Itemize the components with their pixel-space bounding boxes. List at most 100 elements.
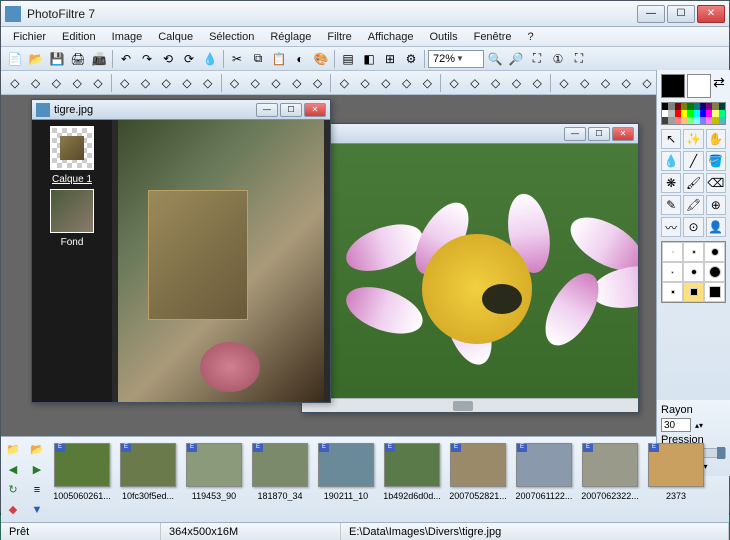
menu-réglage[interactable]: Réglage [262, 29, 319, 45]
brightness-icon[interactable]: ◇ [245, 73, 265, 93]
doc2-header[interactable]: — ☐ ✕ [302, 124, 638, 144]
arrow-right-icon[interactable]: ▶ [27, 462, 47, 478]
palette-color[interactable] [719, 117, 725, 124]
document-window-2[interactable]: — ☐ ✕ [301, 123, 639, 413]
menu-image[interactable]: Image [104, 29, 151, 45]
brush-preset[interactable] [683, 262, 704, 282]
zoom-combo[interactable]: 72%▼ [428, 50, 484, 68]
eraser-icon[interactable]: ⌫ [706, 173, 726, 193]
drop-icon[interactable]: ◇ [527, 73, 547, 93]
brush-preset[interactable] [704, 282, 725, 302]
menu-sélection[interactable]: Sélection [201, 29, 262, 45]
mask-icon[interactable]: ◧ [359, 49, 379, 69]
marker-icon[interactable]: ▼ [27, 502, 47, 518]
menu-edition[interactable]: Edition [54, 29, 104, 45]
refresh-icon[interactable]: ↻ [3, 482, 23, 498]
doc2-scrollbar-h[interactable] [302, 398, 638, 412]
layer-thumb-calque1[interactable] [50, 126, 94, 170]
portrait-icon[interactable]: 👤 [706, 217, 726, 237]
pasted-layer[interactable] [148, 190, 248, 320]
foreground-color[interactable] [661, 74, 685, 98]
folder-icon[interactable]: 📂 [27, 442, 47, 458]
layer-label-calque1[interactable]: Calque 1 [52, 174, 92, 185]
copy-icon[interactable]: ⧉ [248, 49, 268, 69]
doc1-minimize-button[interactable]: — [256, 103, 278, 117]
frame2-icon[interactable]: ◇ [88, 73, 108, 93]
paste-icon[interactable]: 📋 [269, 49, 289, 69]
brush-preset[interactable] [683, 282, 704, 302]
module-icon[interactable]: ⊞ [380, 49, 400, 69]
doc1-close-button[interactable]: ✕ [304, 103, 326, 117]
line-icon[interactable]: ╱ [683, 151, 703, 171]
noise2-icon[interactable]: ◇ [575, 73, 595, 93]
gradient-icon[interactable]: ◇ [287, 73, 307, 93]
thumb-item[interactable]: E2007052821... [447, 443, 509, 516]
brush-preset[interactable] [704, 262, 725, 282]
open-icon[interactable]: 📂 [26, 49, 46, 69]
minimize-button[interactable]: — [637, 5, 665, 23]
wand-icon[interactable]: ✨ [683, 129, 703, 149]
rayon-input[interactable] [661, 418, 691, 432]
pen-icon[interactable]: ✎ [661, 195, 681, 215]
clone-icon[interactable]: ⊙ [683, 217, 703, 237]
color-palette[interactable] [661, 102, 726, 125]
palette-color[interactable] [719, 110, 725, 117]
palette-color[interactable] [719, 103, 725, 110]
arrow-left-icon[interactable]: ◀ [3, 462, 23, 478]
levels-icon[interactable]: ▤ [338, 49, 358, 69]
adjust-icon[interactable]: ◐ [290, 49, 310, 69]
layer-label-fond[interactable]: Fond [61, 237, 84, 248]
fullscreen-icon[interactable]: ⛶ [569, 49, 589, 69]
plugin-icon[interactable]: ⚙ [401, 49, 421, 69]
zoom-fit-icon[interactable]: ⛶ [527, 49, 547, 69]
scan-icon[interactable]: 📠 [89, 49, 109, 69]
menu-outils[interactable]: Outils [421, 29, 465, 45]
histogram-icon[interactable]: ◇ [308, 73, 328, 93]
redo-icon[interactable]: ↷ [137, 49, 157, 69]
diamond-icon[interactable]: ◆ [3, 502, 23, 518]
effect1-icon[interactable]: ◇ [596, 73, 616, 93]
brush-preset[interactable] [662, 282, 683, 302]
text-icon[interactable]: ◇ [47, 73, 67, 93]
menu-affichage[interactable]: Affichage [360, 29, 422, 45]
maximize-button[interactable]: ☐ [667, 5, 695, 23]
print-icon[interactable]: 🖨 [68, 49, 88, 69]
sharpen2-icon[interactable]: ◇ [507, 73, 527, 93]
smudge-icon[interactable]: 〰 [661, 217, 681, 237]
brush-preset[interactable] [662, 242, 683, 262]
zoom-out-icon[interactable]: 🔎 [506, 49, 526, 69]
sharpen1-icon[interactable]: ◇ [486, 73, 506, 93]
mirror-h-icon[interactable]: ◇ [637, 73, 657, 93]
layer-thumb-fond[interactable] [50, 189, 94, 233]
doc2-minimize-button[interactable]: — [564, 127, 586, 141]
sort-icon[interactable]: ≡ [27, 482, 47, 498]
swap-colors-icon[interactable]: ⇄ [713, 74, 725, 98]
brush-preset[interactable] [662, 262, 683, 282]
advbrush-icon[interactable]: 🖍 [683, 195, 703, 215]
bucket-icon[interactable]: 🪣 [706, 151, 726, 171]
hand-icon[interactable]: ✋ [706, 129, 726, 149]
grid-icon[interactable]: ◇ [355, 73, 375, 93]
doc2-maximize-button[interactable]: ☐ [588, 127, 610, 141]
pattern-icon[interactable]: ◇ [156, 73, 176, 93]
blur1-icon[interactable]: ◇ [418, 73, 438, 93]
thumb-item[interactable]: E1b492d6d0d... [381, 443, 443, 516]
deform-icon[interactable]: ◇ [376, 73, 396, 93]
thumb-item[interactable]: E10fc30f5ed... [117, 443, 179, 516]
thumb-item[interactable]: E181870_34 [249, 443, 311, 516]
thumb-item[interactable]: E2373 [645, 443, 707, 516]
text-red-icon[interactable]: ◇ [5, 73, 25, 93]
spray-icon[interactable]: ❋ [661, 173, 681, 193]
thumb-item[interactable]: E119453_90 [183, 443, 245, 516]
thumb-item[interactable]: E2007062322... [579, 443, 641, 516]
folder-up-icon[interactable]: 📁 [3, 442, 23, 458]
cut-icon[interactable]: ✂ [227, 49, 247, 69]
close-button[interactable]: ✕ [697, 5, 725, 23]
blur3-icon[interactable]: ◇ [465, 73, 485, 93]
text-dim-icon[interactable]: ◇ [26, 73, 46, 93]
noise1-icon[interactable]: ◇ [554, 73, 574, 93]
doc1-header[interactable]: tigre.jpg — ☐ ✕ [32, 100, 330, 120]
frame3-icon[interactable]: ◇ [115, 73, 135, 93]
brush-icon[interactable]: 🖌 [683, 173, 703, 193]
background-color[interactable] [687, 74, 711, 98]
